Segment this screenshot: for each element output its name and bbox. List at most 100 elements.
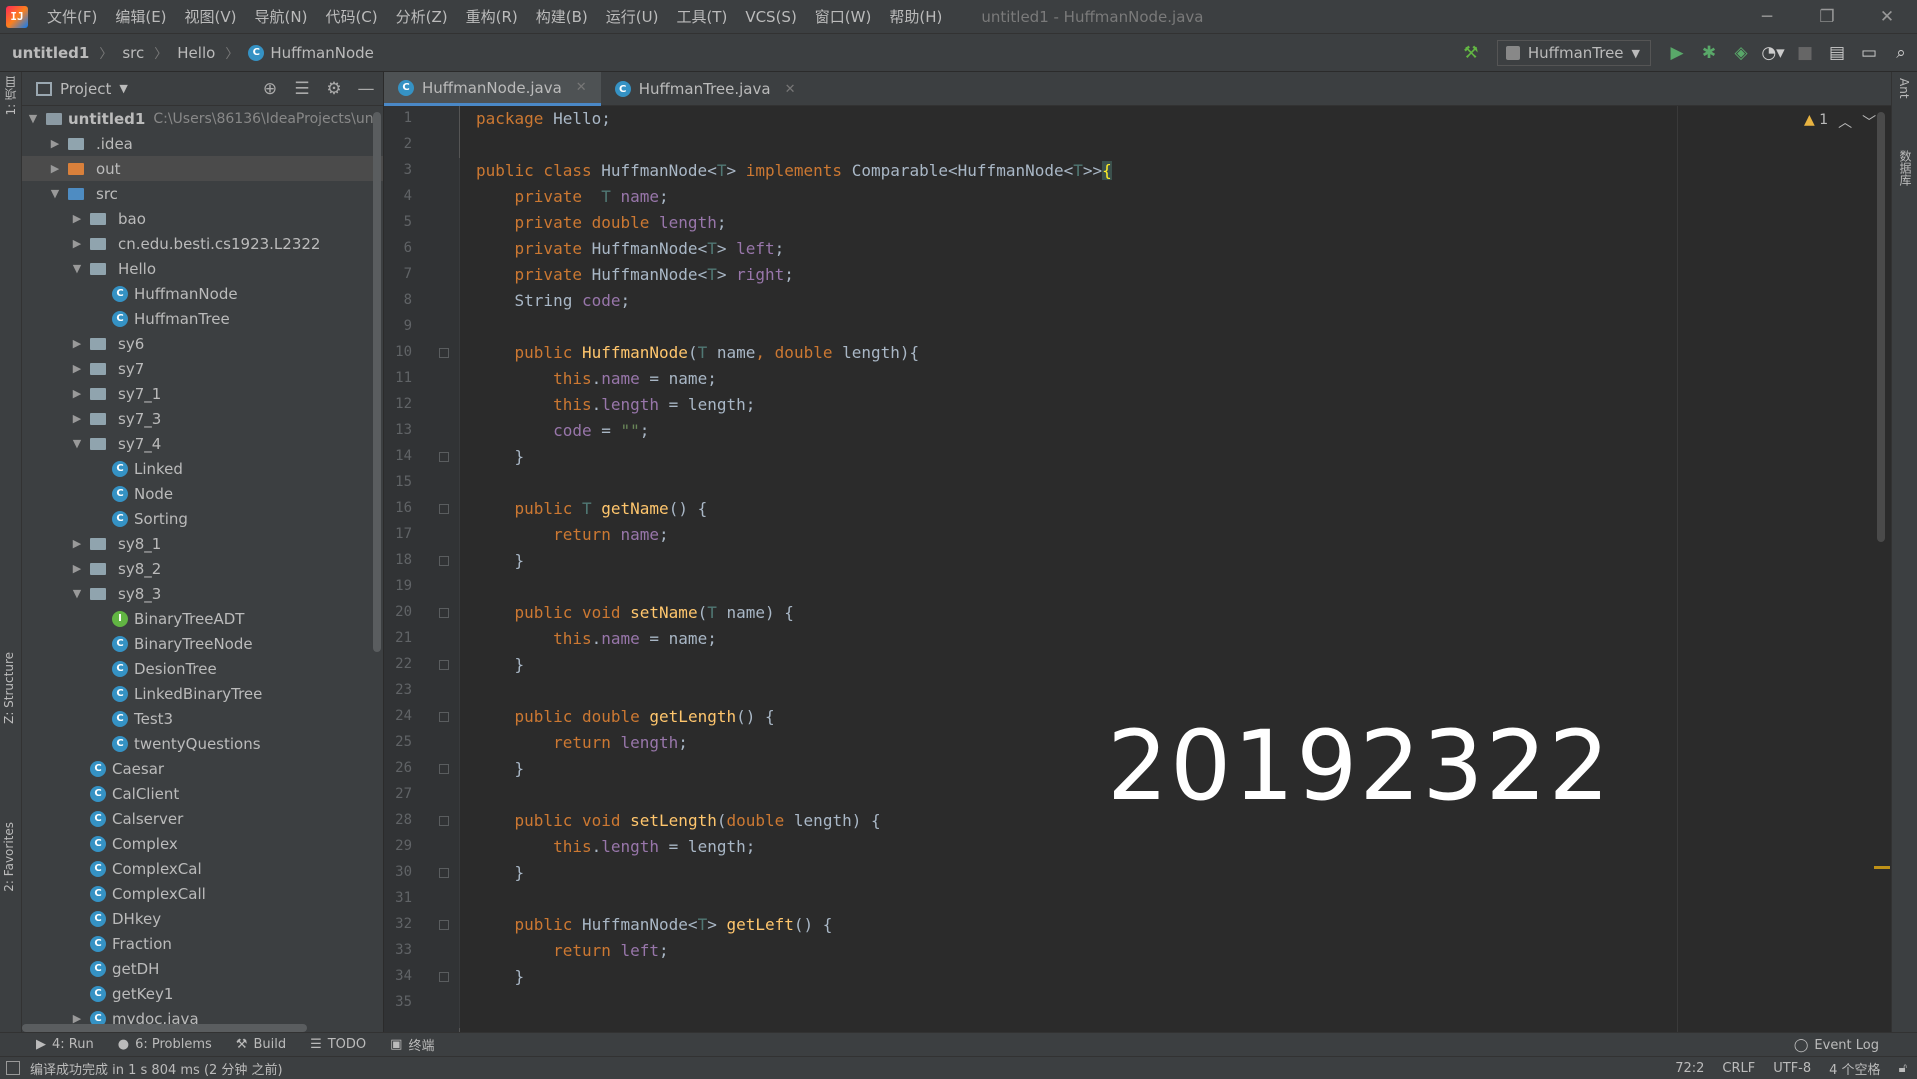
coverage-icon[interactable]: ◈	[1725, 37, 1757, 69]
menu-refactor[interactable]: 重构(R)	[466, 6, 518, 27]
tab-huffmantree[interactable]: C HuffmanTree.java ✕	[601, 72, 810, 106]
run-icon[interactable]: ▶	[1661, 37, 1693, 69]
breadcrumb-class[interactable]: HuffmanNode	[270, 44, 374, 62]
ant-tool-button[interactable]: Ant	[1897, 78, 1911, 99]
chevron-right-icon[interactable]: ▶	[70, 212, 84, 225]
chevron-down-icon[interactable]: ▼	[119, 82, 127, 95]
tree-item[interactable]: ▶ sy7_3	[22, 406, 383, 431]
tree-item[interactable]: C ComplexCal	[22, 856, 383, 881]
tree-item[interactable]: ▼ src	[22, 181, 383, 206]
fold-marker-icon[interactable]	[439, 608, 449, 618]
chevron-right-icon[interactable]: ▶	[70, 337, 84, 350]
lock-icon[interactable]: 🔓︎	[1899, 1061, 1907, 1076]
chevron-right-icon[interactable]: ▶	[70, 562, 84, 575]
tree-item[interactable]: C Linked	[22, 456, 383, 481]
project-tool-button[interactable]: 1: 项目	[2, 76, 19, 116]
locate-icon[interactable]: ⊕	[257, 79, 283, 99]
indent-setting[interactable]: 4 个空格	[1829, 1059, 1880, 1078]
run-tool-button[interactable]: ▶ 4: Run	[36, 1037, 94, 1052]
terminal-tool-button[interactable]: ▣ 终端	[390, 1035, 434, 1054]
tree-item[interactable]: C Caesar	[22, 756, 383, 781]
tree-item[interactable]: ▶ cn.edu.besti.cs1923.L2322	[22, 231, 383, 256]
caret-position[interactable]: 72:2	[1675, 1061, 1704, 1076]
todo-tool-button[interactable]: ☰ TODO	[310, 1037, 366, 1052]
tree-item[interactable]: ▶ bao	[22, 206, 383, 231]
breadcrumb-package[interactable]: Hello	[177, 44, 215, 62]
tree-item[interactable]: ▼ sy8_3	[22, 581, 383, 606]
chevron-right-icon[interactable]: ▶	[48, 137, 62, 150]
breadcrumb-project[interactable]: untitled1	[12, 44, 89, 62]
fold-marker-icon[interactable]	[439, 452, 449, 462]
fold-marker-icon[interactable]	[439, 972, 449, 982]
debug-icon[interactable]: ✱	[1693, 37, 1725, 69]
tree-scrollbar[interactable]	[373, 112, 381, 652]
editor-scrollbar[interactable]	[1877, 112, 1885, 542]
tree-item[interactable]: C ComplexCall	[22, 881, 383, 906]
gear-icon[interactable]: ⚙	[321, 79, 347, 99]
menu-vcs[interactable]: VCS(S)	[745, 8, 796, 26]
fold-marker-icon[interactable]	[439, 920, 449, 930]
tree-item[interactable]: C Fraction	[22, 931, 383, 956]
project-panel-title[interactable]: Project	[60, 80, 111, 98]
editor-gutter[interactable]: 1 2 3 4 5 6 7 8 9 10 11 12 13 14 15 16 17 18 19 20 21 22 23 24 2…	[384, 106, 460, 1032]
minimize-icon[interactable]: ─	[1737, 0, 1797, 34]
chevron-right-icon[interactable]: ▶	[70, 237, 84, 250]
tree-item[interactable]: CgetDH	[22, 956, 383, 981]
tree-item[interactable]: C Complex	[22, 831, 383, 856]
toggle-tool-windows-icon[interactable]	[6, 1061, 20, 1075]
inspection-widget[interactable]: ▲ 1 ︿ ﹀	[1804, 112, 1876, 132]
close-icon[interactable]: ✕	[1857, 0, 1917, 34]
hammer-icon[interactable]: ⚒	[1455, 37, 1487, 69]
tree-item[interactable]: ▶ sy8_2	[22, 556, 383, 581]
stop-icon[interactable]: ■	[1789, 37, 1821, 69]
tree-item[interactable]: C CalClient	[22, 781, 383, 806]
fold-marker-icon[interactable]	[439, 348, 449, 358]
chevron-down-icon[interactable]: ▼	[70, 437, 84, 450]
warning-marker[interactable]	[1874, 866, 1890, 869]
menu-file[interactable]: 文件(F)	[47, 6, 97, 27]
hide-icon[interactable]: —	[353, 79, 379, 99]
file-encoding[interactable]: UTF-8	[1773, 1061, 1811, 1076]
breadcrumb-src[interactable]: src	[122, 44, 144, 62]
menu-help[interactable]: 帮助(H)	[889, 6, 942, 27]
menu-edit[interactable]: 编辑(E)	[115, 6, 166, 27]
fold-marker-icon[interactable]	[439, 868, 449, 878]
build-tool-button[interactable]: ⚒ Build	[236, 1037, 286, 1052]
project-structure-icon[interactable]: ▤	[1821, 37, 1853, 69]
chevron-down-icon[interactable]: ▼	[70, 262, 84, 275]
menu-run[interactable]: 运行(U)	[606, 6, 659, 27]
problems-tool-button[interactable]: ● 6: Problems	[118, 1037, 212, 1052]
chevron-right-icon[interactable]: ▶	[48, 162, 62, 175]
tree-item[interactable]: C Calserver	[22, 806, 383, 831]
fold-marker-icon[interactable]	[439, 556, 449, 566]
status-message[interactable]: 编译成功完成 in 1 s 804 ms (2 分钟 之前)	[30, 1059, 283, 1078]
tree-horizontal-scrollbar[interactable]	[22, 1024, 307, 1032]
warning-count[interactable]: ▲ 1	[1804, 112, 1828, 132]
tree-item[interactable]: ▼ sy7_4	[22, 431, 383, 456]
tree-item[interactable]: CtwentyQuestions	[22, 731, 383, 756]
menu-tools[interactable]: 工具(T)	[676, 6, 727, 27]
chevron-right-icon[interactable]: ▶	[70, 412, 84, 425]
tree-item[interactable]: C DHkey	[22, 906, 383, 931]
tree-item[interactable]: ▶ sy7	[22, 356, 383, 381]
chevron-down-icon[interactable]: ▼	[70, 587, 84, 600]
structure-tool-button[interactable]: Z: Structure	[2, 652, 16, 724]
close-icon[interactable]: ✕	[785, 82, 796, 97]
chevron-down-icon[interactable]: ▼	[48, 187, 62, 200]
profile-icon[interactable]: ◔▾	[1757, 37, 1789, 69]
menu-analyze[interactable]: 分析(Z)	[396, 6, 448, 27]
database-tool-button[interactable]: 数据库	[1897, 150, 1914, 186]
fold-marker-icon[interactable]	[439, 712, 449, 722]
chevron-up-icon[interactable]: ︿	[1838, 112, 1852, 132]
event-log-button[interactable]: ◯ Event Log	[1794, 1033, 1879, 1057]
tree-item[interactable]: C HuffmanTree	[22, 306, 383, 331]
chevron-right-icon[interactable]: ▶	[70, 387, 84, 400]
line-separator[interactable]: CRLF	[1722, 1061, 1755, 1076]
collapse-all-icon[interactable]: ☰	[289, 79, 315, 99]
tree-item[interactable]: CgetKey1	[22, 981, 383, 1006]
tree-root[interactable]: ▼ untitled1 C:\Users\86136\IdeaProjects\…	[22, 106, 383, 131]
menu-window[interactable]: 窗口(W)	[815, 6, 872, 27]
chevron-right-icon[interactable]: ▶	[70, 362, 84, 375]
menu-code[interactable]: 代码(C)	[325, 6, 377, 27]
fold-marker-icon[interactable]	[439, 660, 449, 670]
